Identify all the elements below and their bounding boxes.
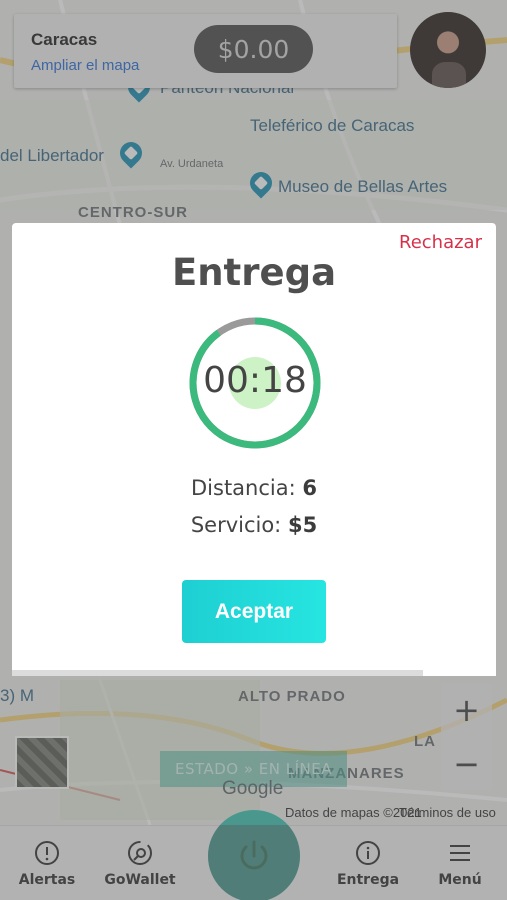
modal-progress-bar xyxy=(12,670,496,676)
accept-button[interactable]: Aceptar xyxy=(182,580,326,643)
distance-line: Distancia: 6 xyxy=(12,476,496,500)
modal-title: Entrega xyxy=(171,251,337,294)
modal-progress-fill xyxy=(12,670,424,676)
service-label: Servicio: xyxy=(190,513,282,537)
power-button-dim xyxy=(208,810,300,900)
reject-button[interactable]: Rechazar xyxy=(399,232,482,253)
distance-value: 6 xyxy=(302,476,317,500)
service-line: Servicio: $5 xyxy=(12,513,496,537)
countdown-text: 00:18 xyxy=(203,360,307,401)
distance-label: Distancia: xyxy=(191,476,296,500)
service-value: $5 xyxy=(287,513,318,537)
delivery-request-modal: Rechazar Entrega 00:18 Distancia: 6 Serv… xyxy=(12,223,496,676)
